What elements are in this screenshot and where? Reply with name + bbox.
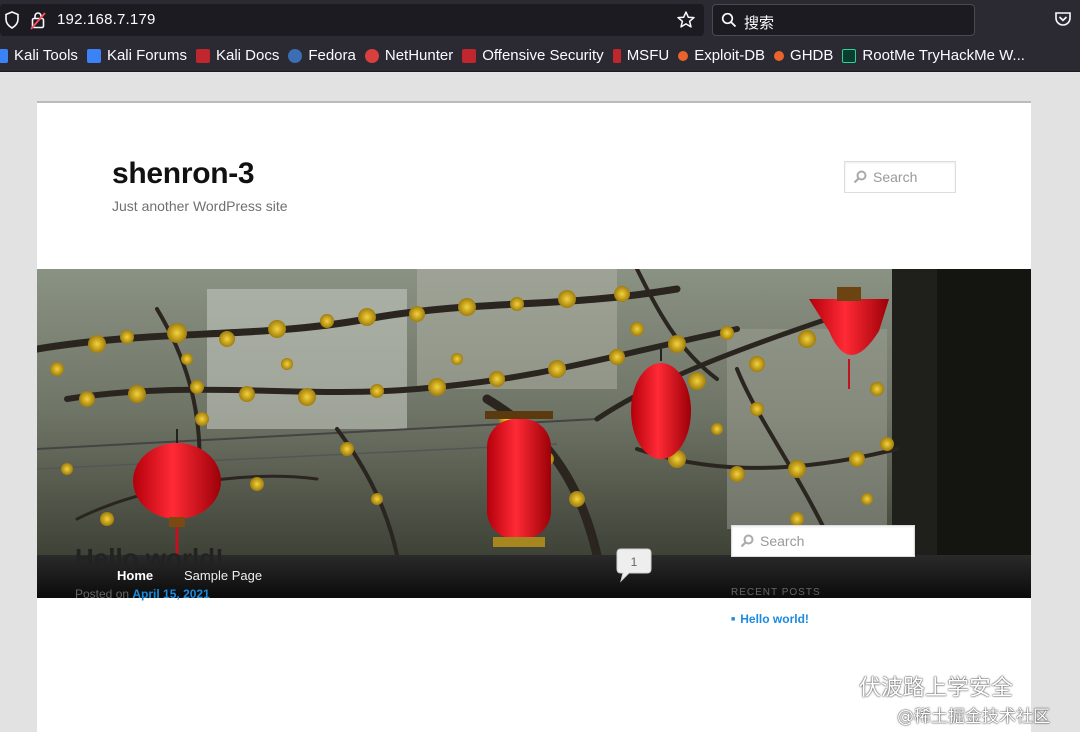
wordpress-page: shenron-3 Just another WordPress site Se… bbox=[37, 101, 1031, 732]
watermark-main-text: 伏波路上学安全 bbox=[859, 676, 1014, 701]
post-meta: Posted on April 15, 2021 bbox=[75, 587, 210, 601]
kali-docs-icon bbox=[195, 48, 210, 63]
rootme-icon bbox=[842, 48, 857, 63]
header-banner-image[interactable] bbox=[37, 269, 1031, 555]
comment-count[interactable]: 1 bbox=[613, 555, 655, 569]
search-icon bbox=[721, 12, 737, 28]
recent-posts-title: RECENT POSTS bbox=[731, 587, 821, 598]
header-search-input[interactable]: Search bbox=[844, 161, 956, 193]
bookmark-kali-forums[interactable]: Kali Forums bbox=[86, 47, 187, 64]
bookmark-msfu[interactable]: MSFU bbox=[612, 47, 669, 64]
bookmark-exploit-db[interactable]: Exploit-DB bbox=[678, 47, 765, 64]
wechat-logo-icon bbox=[809, 670, 848, 699]
insecure-lock-icon[interactable] bbox=[30, 10, 46, 30]
url-text[interactable]: 192.168.7.179 bbox=[57, 11, 156, 28]
bookmark-nethunter[interactable]: NetHunter bbox=[364, 47, 453, 64]
watermark: 伏波路上学安全 @稀土掘金技术社区 bbox=[805, 664, 1075, 732]
site-title[interactable]: shenron-3 bbox=[112, 157, 255, 191]
posted-on-label: Posted on bbox=[75, 587, 130, 601]
bookmark-kali-docs[interactable]: Kali Docs bbox=[195, 47, 279, 64]
nethunter-icon bbox=[364, 48, 379, 63]
bookmark-fedora[interactable]: Fedora bbox=[288, 47, 356, 64]
bookmark-ghdb[interactable]: GHDB bbox=[774, 47, 833, 64]
post-date-link[interactable]: April 15, 2021 bbox=[132, 587, 209, 601]
browser-search-placeholder: 搜索 bbox=[744, 15, 775, 32]
watermark-sub-text: @稀土掘金技术社区 bbox=[897, 707, 1050, 727]
post-title[interactable]: Hello world! bbox=[75, 543, 224, 574]
browser-toolbar: 192.168.7.179 搜索 bbox=[0, 0, 1080, 40]
kali-dragon-icon bbox=[0, 48, 8, 63]
sidebar-search-input[interactable]: Search bbox=[731, 525, 915, 557]
tracking-shield-icon[interactable] bbox=[4, 11, 20, 29]
exploit-db-icon bbox=[678, 50, 689, 61]
header-search-placeholder: Search bbox=[873, 169, 918, 185]
msfu-icon bbox=[612, 48, 621, 63]
ghdb-icon bbox=[774, 50, 785, 61]
site-description: Just another WordPress site bbox=[112, 198, 288, 214]
search-icon bbox=[853, 170, 867, 184]
bookmark-offensive-security[interactable]: Offensive Security bbox=[462, 47, 604, 64]
browser-search-field[interactable]: 搜索 bbox=[712, 4, 975, 36]
lantern-center bbox=[485, 411, 553, 547]
bookmarks-toolbar: Kali Tools Kali Forums Kali Docs Fedora … bbox=[0, 40, 1080, 72]
recent-post-link[interactable]: Hello world! bbox=[731, 612, 809, 626]
bookmark-rootme[interactable]: RootMe TryHackMe W... bbox=[842, 47, 1025, 64]
bookmark-kali-tools[interactable]: Kali Tools bbox=[0, 47, 78, 64]
bookmark-star-icon[interactable] bbox=[676, 10, 696, 30]
sidebar-search-placeholder: Search bbox=[760, 533, 805, 549]
fedora-icon bbox=[288, 48, 303, 63]
kali-dragon-icon bbox=[86, 48, 101, 63]
pocket-icon[interactable] bbox=[1054, 10, 1072, 28]
search-icon bbox=[740, 534, 754, 548]
offsec-icon bbox=[462, 48, 477, 63]
